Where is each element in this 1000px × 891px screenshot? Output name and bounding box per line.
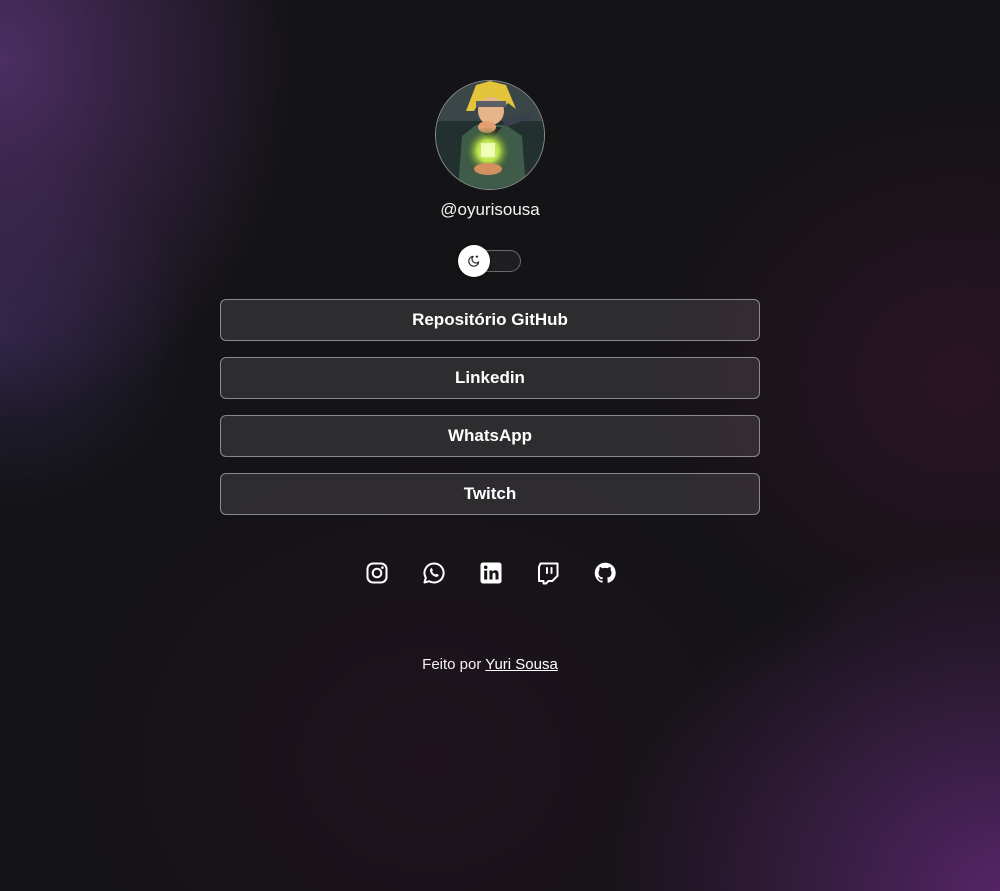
- moon-icon: [468, 255, 480, 267]
- social-icons: [220, 559, 760, 589]
- twitch-link-button[interactable]: Twitch: [220, 473, 760, 515]
- instagram-icon[interactable]: [363, 559, 391, 587]
- theme-toggle[interactable]: [458, 245, 521, 277]
- footer-prefix: Feito por: [422, 656, 482, 673]
- whatsapp-icon[interactable]: [420, 559, 448, 587]
- linkedin-link-button[interactable]: Linkedin: [220, 357, 760, 399]
- github-repo-link-button[interactable]: Repositório GitHub: [220, 299, 760, 341]
- github-icon[interactable]: [591, 559, 619, 587]
- footer: Feito por Yuri Sousa: [220, 656, 760, 673]
- linkedin-icon[interactable]: [477, 559, 505, 587]
- avatar: [435, 80, 545, 190]
- username: @oyurisousa: [440, 200, 540, 219]
- twitch-icon[interactable]: [534, 559, 562, 587]
- whatsapp-link-button[interactable]: WhatsApp: [220, 415, 760, 457]
- avatar-image: [436, 81, 544, 189]
- link-list: Repositório GitHub Linkedin WhatsApp Twi…: [220, 299, 760, 531]
- theme-toggle-knob[interactable]: [458, 245, 490, 277]
- author-link[interactable]: Yuri Sousa: [485, 656, 558, 673]
